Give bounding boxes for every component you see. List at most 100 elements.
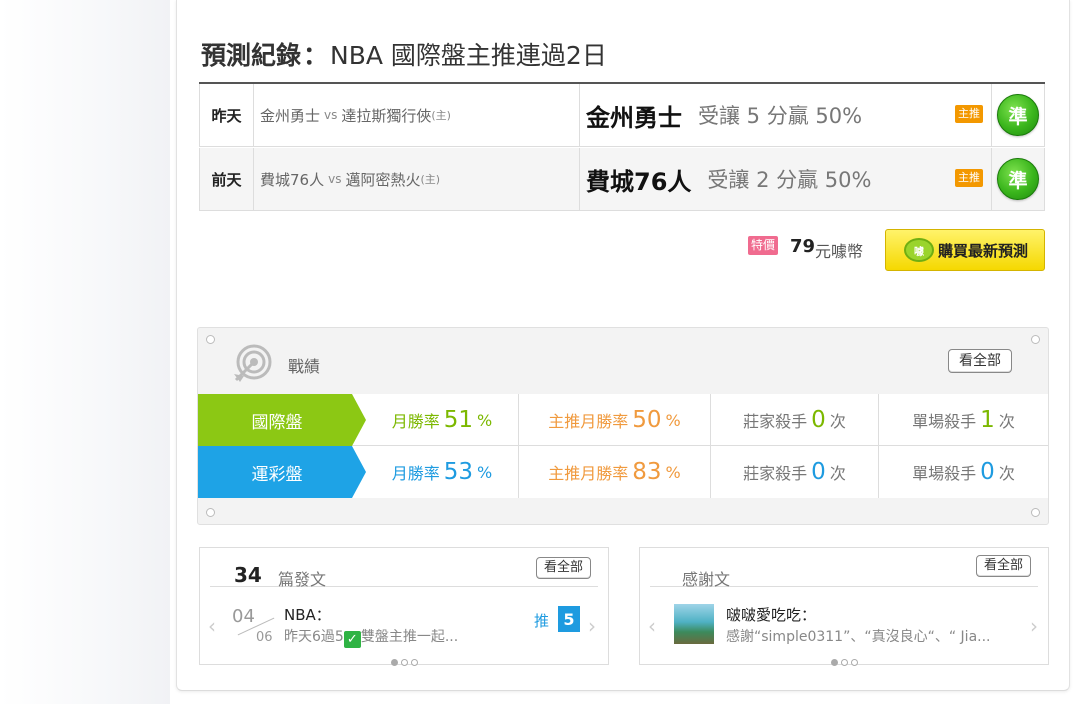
team-a: 金州勇士 — [260, 106, 321, 125]
post-day: 06 — [256, 630, 273, 645]
thanks-header: 感謝文 看全部 — [650, 555, 1038, 589]
thanks-pager — [831, 659, 858, 666]
push-count: 5 — [558, 606, 580, 632]
correct-badge-icon: 準 — [997, 158, 1039, 200]
prediction-day: 前天 — [200, 148, 254, 210]
prediction-day: 昨天 — [200, 84, 254, 146]
page-left-background — [0, 0, 170, 704]
pager-dot[interactable] — [831, 659, 838, 666]
prediction-table: 昨天 金州勇士 vs 達拉斯獨行俠 (主) 金州勇士 受讓 5 分贏 50% 主… — [199, 82, 1045, 214]
banker-killer: 莊家殺手 0 次 — [710, 394, 878, 446]
post-date: 04 06 — [232, 606, 276, 648]
single-game-killer: 單場殺手 1 次 — [878, 394, 1048, 446]
percent-sign: % — [665, 410, 681, 430]
view-all-record-button[interactable]: 看全部 — [948, 349, 1012, 373]
team-a: 費城76人 — [260, 170, 325, 189]
pager-dot[interactable] — [841, 659, 848, 666]
target-icon — [234, 344, 272, 382]
team-b: 達拉斯獨行俠 — [341, 106, 432, 125]
pick-detail: 受讓 5 分贏 50% — [698, 104, 863, 128]
special-price-badge: 特價 — [748, 236, 779, 255]
profile-card: 預測紀錄：NBA 國際盤主推連過2日 昨天 金州勇士 vs 達拉斯獨行俠 (主)… — [176, 0, 1070, 691]
record-row: 運彩盤 月勝率 53% 主推月勝率 83% 莊家殺手 0 次 單場殺手 0 次 — [198, 446, 1048, 498]
chevron-left-icon[interactable]: ‹ — [648, 614, 656, 638]
pager-dot[interactable] — [401, 659, 408, 666]
correct-badge-icon: 準 — [997, 94, 1039, 136]
main-pick-badge: 主推 — [955, 169, 983, 187]
chevron-right-icon[interactable]: › — [588, 614, 596, 638]
buy-latest-prediction-button[interactable]: 噱 購買最新預測 — [885, 229, 1045, 271]
prediction-result: 準 — [992, 148, 1044, 210]
stat-label: 莊家殺手 — [743, 412, 808, 431]
thanks-label: 感謝文 — [682, 570, 731, 589]
prediction-pick: 費城76人 受讓 2 分贏 50% 主推 — [580, 148, 992, 210]
stat-label: 莊家殺手 — [743, 464, 808, 483]
stat-label: 月勝率 — [391, 464, 440, 483]
post-snippet[interactable]: 昨天6過5 ✓ 雙盤主推一起... — [284, 626, 458, 648]
corner-dot — [1031, 508, 1040, 517]
chevron-left-icon[interactable]: ‹ — [208, 614, 216, 638]
prediction-match[interactable]: 金州勇士 vs 達拉斯獨行俠 (主) — [254, 84, 580, 146]
post-count-label: 篇發文 — [278, 570, 327, 589]
stat-value: 53 — [443, 459, 474, 485]
percent-sign: % — [665, 462, 681, 482]
stat-label: 主推月勝率 — [548, 412, 629, 431]
banker-killer: 莊家殺手 0 次 — [710, 446, 878, 498]
single-game-killer: 單場殺手 0 次 — [878, 446, 1048, 498]
view-all-thanks-button[interactable]: 看全部 — [976, 555, 1032, 577]
stat-label: 單場殺手 — [912, 464, 977, 483]
record-row: 國際盤 月勝率 51% 主推月勝率 50% 莊家殺手 0 次 單場殺手 1 次 — [198, 394, 1048, 446]
prediction-row: 前天 費城76人 vs 邁阿密熱火 (主) 費城76人 受讓 2 分贏 50% … — [199, 148, 1045, 211]
thanks-author[interactable]: 啵啵愛吃吃： — [726, 604, 816, 625]
stat-value: 50 — [632, 407, 662, 433]
stat-label: 月勝率 — [391, 412, 440, 431]
monthly-win-rate: 月勝率 53% — [366, 446, 518, 498]
stat-label: 主推月勝率 — [548, 464, 629, 483]
prediction-pick: 金州勇士 受讓 5 分贏 50% 主推 — [580, 84, 992, 146]
post-title[interactable]: NBA： — [284, 604, 331, 625]
pager-dot[interactable] — [411, 659, 418, 666]
stat-value: 83 — [632, 459, 662, 485]
record-panel: 戰績 看全部 國際盤 月勝率 51% 主推月勝率 50% 莊家殺手 0 次 單場殺手 1 次 — [197, 327, 1049, 525]
stat-value: 1 — [980, 407, 995, 433]
times-unit: 次 — [998, 412, 1015, 431]
team-b: 邁阿密熱火 — [345, 170, 421, 189]
corner-dot — [1031, 335, 1040, 344]
corner-dot — [206, 335, 215, 344]
avatar[interactable] — [674, 604, 714, 644]
price-value: 79 — [790, 236, 816, 257]
vs-label: vs — [324, 108, 338, 122]
prediction-title-text: NBA 國際盤主推連過2日 — [330, 41, 607, 70]
main-pick-monthly-win-rate: 主推月勝率 83% — [518, 446, 710, 498]
main-pick-monthly-win-rate: 主推月勝率 50% — [518, 394, 710, 446]
prediction-title-label: 預測紀錄 — [201, 41, 302, 70]
buy-button-label: 購買最新預測 — [938, 241, 1029, 260]
chevron-right-icon[interactable]: › — [1030, 614, 1038, 638]
record-label: 國際盤 — [198, 394, 366, 446]
thanks-panel: 感謝文 看全部 ‹ 啵啵愛吃吃： 感謝“simple0311”、“真沒良心“、“… — [639, 547, 1049, 665]
pager-dot[interactable] — [851, 659, 858, 666]
pick-team: 費城76人 — [586, 167, 692, 196]
view-all-posts-button[interactable]: 看全部 — [536, 557, 592, 579]
price-unit: 元噱幣 — [815, 242, 864, 261]
post-snippet-text: 昨天6過5 — [284, 629, 344, 645]
posts-pager — [391, 659, 418, 666]
posts-panel: 34 篇發文 看全部 ‹ 04 06 NBA： 昨天6過5 ✓ 雙盤主推一起... … — [199, 547, 609, 665]
stat-label: 單場殺手 — [912, 412, 977, 431]
posts-header: 34 篇發文 看全部 — [210, 556, 598, 589]
prediction-result: 準 — [992, 84, 1044, 146]
coin-icon: 噱 — [904, 238, 934, 262]
times-unit: 次 — [829, 412, 846, 431]
home-mark: (主) — [420, 173, 441, 186]
prediction-match[interactable]: 費城76人 vs 邁阿密熱火 (主) — [254, 148, 580, 210]
monthly-win-rate: 月勝率 51% — [366, 394, 518, 446]
stat-value: 0 — [811, 459, 826, 485]
times-unit: 次 — [829, 464, 846, 483]
prediction-title: 預測紀錄：NBA 國際盤主推連過2日 — [201, 36, 607, 72]
times-unit: 次 — [998, 464, 1015, 483]
record-title: 戰績 — [288, 357, 321, 376]
pager-dot[interactable] — [391, 659, 398, 666]
record-table: 國際盤 月勝率 51% 主推月勝率 50% 莊家殺手 0 次 單場殺手 1 次 運彩盤 月勝… — [198, 394, 1048, 498]
thanks-snippet[interactable]: 感謝“simple0311”、“真沒良心“、“ Jia... — [726, 626, 991, 646]
prediction-title-colon: ： — [303, 41, 329, 70]
